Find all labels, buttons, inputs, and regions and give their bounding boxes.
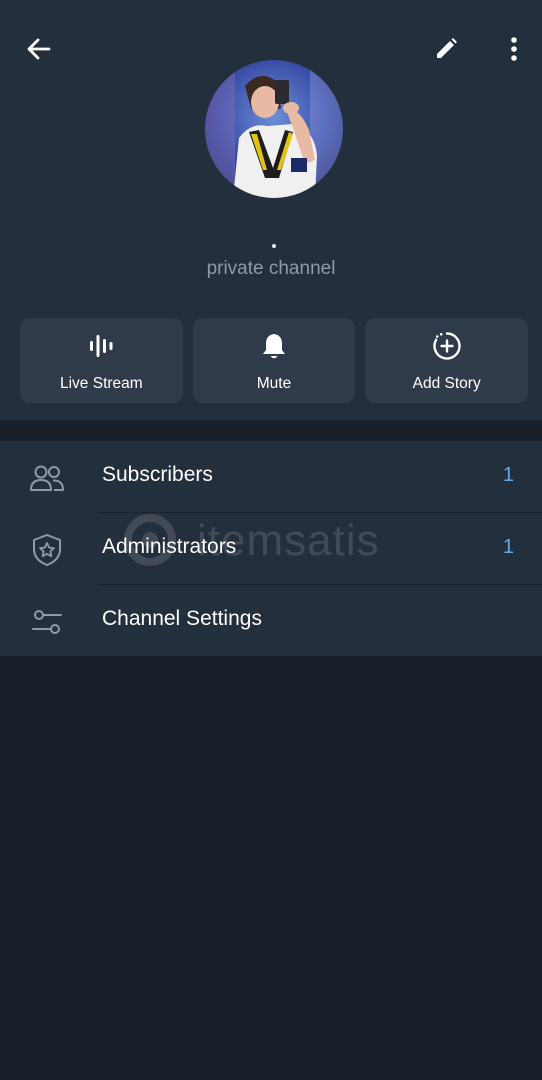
sliders-icon	[32, 610, 62, 634]
live-stream-icon	[90, 335, 113, 357]
shield-star-icon	[33, 534, 61, 566]
arrow-left-icon	[27, 38, 51, 60]
live-stream-label: Live Stream	[59, 375, 143, 392]
channel-header: private channel Live Stream Mute Add Sto…	[0, 0, 542, 420]
subscribers-count: 1	[502, 464, 514, 486]
users-icon	[30, 465, 64, 491]
channel-info-list: Subscribers 1 Administrators 1 Channel S…	[0, 441, 542, 656]
add-story-label: Add Story	[412, 375, 481, 392]
list-item-administrators[interactable]: Administrators 1	[0, 513, 542, 585]
back-button[interactable]	[17, 27, 61, 71]
administrators-label: Administrators	[102, 535, 237, 558]
channel-avatar[interactable]	[205, 60, 343, 198]
add-story-icon	[433, 332, 461, 360]
list-item-channel-settings[interactable]: Channel Settings	[0, 585, 542, 657]
live-stream-button[interactable]: Live Stream	[20, 318, 183, 403]
add-story-button[interactable]: Add Story	[365, 318, 529, 403]
bell-icon	[263, 334, 285, 359]
mute-label: Mute	[256, 375, 292, 392]
edit-button[interactable]	[424, 27, 468, 71]
avatar-photo	[205, 60, 343, 198]
pencil-icon	[437, 38, 457, 58]
channel-subtitle: private channel	[206, 258, 336, 279]
action-buttons: Live Stream Mute Add Story	[20, 318, 529, 403]
administrators-count: 1	[502, 536, 514, 558]
more-vertical-icon	[511, 37, 517, 61]
subscribers-label: Subscribers	[102, 463, 213, 486]
list-item-subscribers[interactable]: Subscribers 1	[0, 441, 542, 513]
mute-button[interactable]: Mute	[192, 318, 356, 403]
channel-title-dot	[272, 244, 276, 248]
more-options-button[interactable]	[492, 27, 536, 71]
channel-settings-label: Channel Settings	[102, 607, 262, 630]
